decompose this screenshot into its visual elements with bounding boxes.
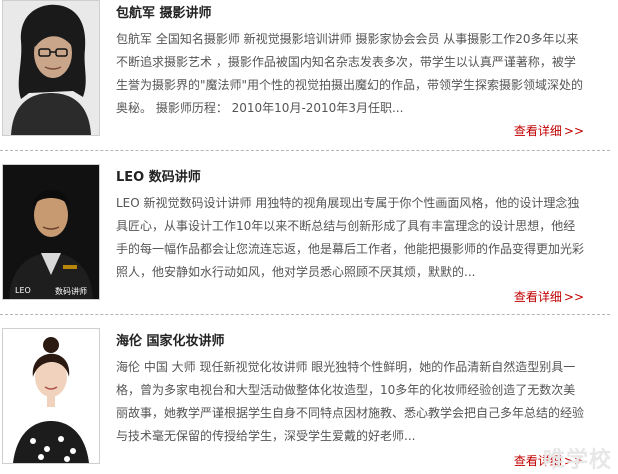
view-details-link-2[interactable]: 查看详细 >>	[514, 288, 584, 305]
teacher-photo-2[interactable]: LEO 数码讲师	[2, 164, 100, 300]
teacher-photo-1[interactable]	[2, 0, 100, 136]
divider-1	[0, 150, 610, 151]
divider-2	[0, 314, 610, 315]
portrait-photographer-image	[3, 1, 99, 135]
photo-caption-right: 数码讲师	[54, 287, 87, 296]
teacher-name-2: LEO 数码讲师	[116, 170, 201, 185]
double-arrow-icon: >>	[563, 290, 584, 304]
photo-caption-left: LEO	[15, 286, 31, 295]
view-details-label: 查看详细	[513, 124, 562, 138]
site-watermark: 唯学校	[542, 447, 612, 473]
photo-caption: LEO 数码讲师	[3, 286, 99, 297]
teacher-name-3: 海伦 国家化妆讲师	[116, 334, 225, 349]
teacher-description-1: 包航军 全国知名摄影师 新视觉摄影培训讲师 摄影家协会会员 从事摄影工作20多年…	[116, 32, 584, 115]
teacher-name-1: 包航军 摄影讲师	[116, 6, 212, 21]
portrait-leo-image	[3, 165, 99, 299]
portrait-helen-image	[3, 329, 99, 463]
teacher-description-2: LEO 新视觉数码设计讲师 用独特的视角展现出专属于你个性画面风格，他的设计理念…	[116, 196, 585, 279]
view-details-label: 查看详细	[513, 290, 562, 304]
view-details-link-1[interactable]: 查看详细 >>	[514, 122, 584, 139]
teacher-description-3: 海伦 中国 大师 现任新视觉化妆讲师 眼光独特个性鲜明，她的作品清新自然造型别具…	[116, 360, 585, 443]
double-arrow-icon: >>	[563, 124, 584, 138]
teacher-photo-3[interactable]	[2, 328, 100, 464]
